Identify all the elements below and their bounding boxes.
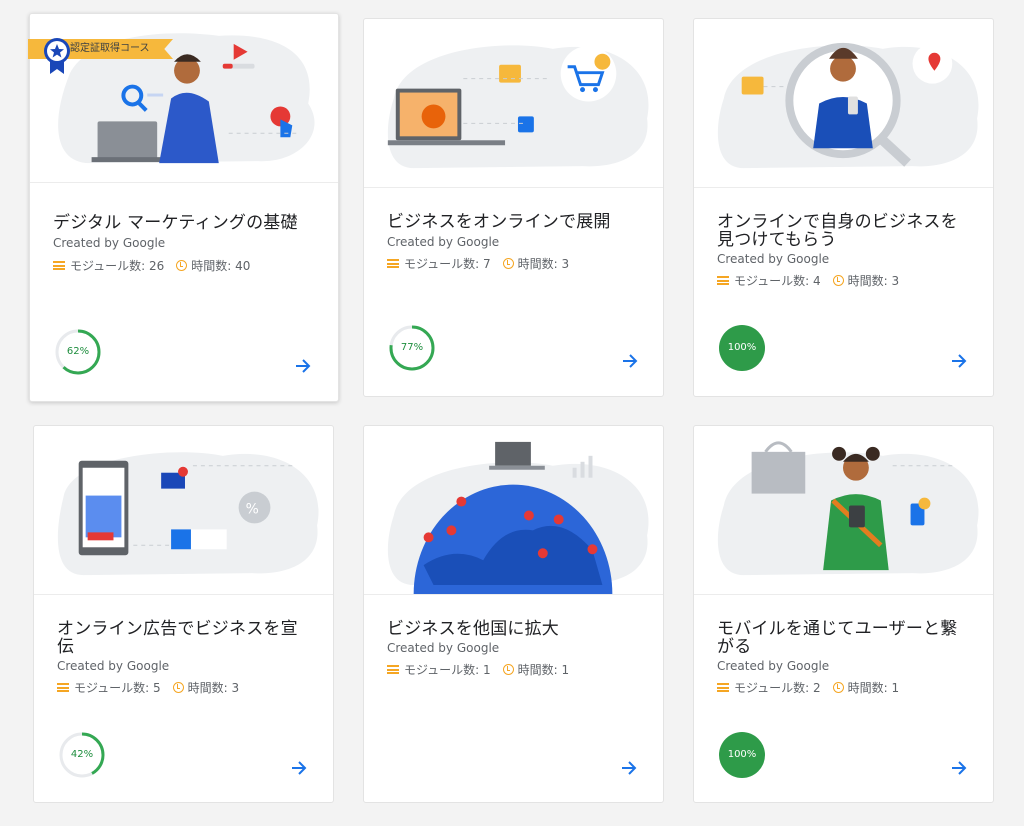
progress-ring: 100% (718, 731, 766, 779)
course-card-online-ads[interactable]: % オンライン広告でビジネスを宣伝 Created by Google モジュー… (33, 425, 334, 803)
course-title: ビジネスをオンラインで展開 (387, 212, 611, 232)
hour-count: 時間数: 3 (187, 681, 240, 695)
course-creator: Created by Google (387, 235, 500, 249)
course-title: モバイルを通じてユーザーと繋がる (717, 619, 958, 657)
course-creator: Created by Google (717, 659, 830, 673)
module-count: モジュール数: 2 (734, 681, 821, 695)
module-count: モジュール数: 1 (404, 663, 491, 677)
course-card-get-found-online[interactable]: オンラインで自身のビジネスを見つけてもらう Created by Google … (693, 18, 994, 397)
medal-icon (44, 38, 70, 74)
module-count: モジュール数: 26 (70, 259, 165, 273)
modules-icon (387, 665, 399, 674)
course-card-expand-abroad[interactable]: ビジネスを他国に拡大 Created by Google モジュール数: 1 時… (363, 425, 664, 803)
course-illustration (364, 426, 663, 595)
course-illustration (694, 426, 993, 595)
arrow-right-icon[interactable] (293, 356, 313, 376)
modules-icon (53, 261, 65, 270)
course-card-business-online[interactable]: ビジネスをオンラインで展開 Created by Google モジュール数: … (363, 18, 664, 397)
arrow-right-icon[interactable] (949, 351, 969, 371)
hour-count: 時間数: 1 (847, 681, 900, 695)
hour-count: 時間数: 3 (517, 257, 570, 271)
progress-label: 62% (66, 346, 90, 357)
course-title: ビジネスを他国に拡大 (387, 619, 559, 639)
course-card-digital-marketing[interactable]: 認定証取得コース デジタル マーケティングの基礎 Created by Goog… (28, 13, 339, 402)
course-meta: モジュール数: 5 時間数: 3 (57, 679, 239, 696)
course-title: オンライン広告でビジネスを宣伝 (57, 619, 298, 657)
hour-count: 時間数: 40 (191, 259, 251, 273)
progress-label: 100% (727, 749, 757, 760)
arrow-right-icon[interactable] (289, 758, 309, 778)
hour-count: 時間数: 1 (517, 663, 570, 677)
module-count: モジュール数: 4 (734, 274, 821, 288)
course-meta: モジュール数: 4 時間数: 3 (717, 272, 899, 289)
course-creator: Created by Google (53, 236, 166, 250)
clock-icon (502, 664, 514, 675)
clock-icon (502, 258, 514, 269)
progress-ring: 42% (58, 731, 106, 779)
progress-ring: 100% (718, 324, 766, 372)
course-meta: モジュール数: 26 時間数: 40 (53, 257, 250, 274)
modules-icon (387, 259, 399, 268)
course-title: オンラインで自身のビジネスを見つけてもらう (717, 212, 958, 250)
clock-icon (832, 682, 844, 693)
course-creator: Created by Google (57, 659, 170, 673)
module-count: モジュール数: 7 (404, 257, 491, 271)
progress-ring: 62% (54, 328, 102, 376)
progress-label: 77% (400, 342, 424, 353)
clock-icon (176, 260, 188, 271)
course-illustration: % (34, 426, 333, 595)
modules-icon (717, 276, 729, 285)
arrow-right-icon[interactable] (949, 758, 969, 778)
module-count: モジュール数: 5 (74, 681, 161, 695)
modules-icon (717, 683, 729, 692)
svg-text:%: % (246, 501, 259, 517)
arrow-right-icon[interactable] (619, 758, 639, 778)
clock-icon (832, 275, 844, 286)
modules-icon (57, 683, 69, 692)
clock-icon (172, 682, 184, 693)
hour-count: 時間数: 3 (847, 274, 900, 288)
course-creator: Created by Google (387, 641, 500, 655)
progress-ring: 77% (388, 324, 436, 372)
course-meta: モジュール数: 1 時間数: 1 (387, 661, 569, 678)
course-card-mobile[interactable]: モバイルを通じてユーザーと繋がる Created by Google モジュール… (693, 425, 994, 803)
course-meta: モジュール数: 7 時間数: 3 (387, 255, 569, 272)
arrow-right-icon[interactable] (620, 351, 640, 371)
progress-label: 100% (727, 342, 757, 353)
course-creator: Created by Google (717, 252, 830, 266)
course-illustration (364, 19, 663, 188)
progress-label: 42% (70, 749, 94, 760)
course-title: デジタル マーケティングの基礎 (53, 213, 298, 233)
course-meta: モジュール数: 2 時間数: 1 (717, 679, 899, 696)
course-illustration (694, 19, 993, 188)
